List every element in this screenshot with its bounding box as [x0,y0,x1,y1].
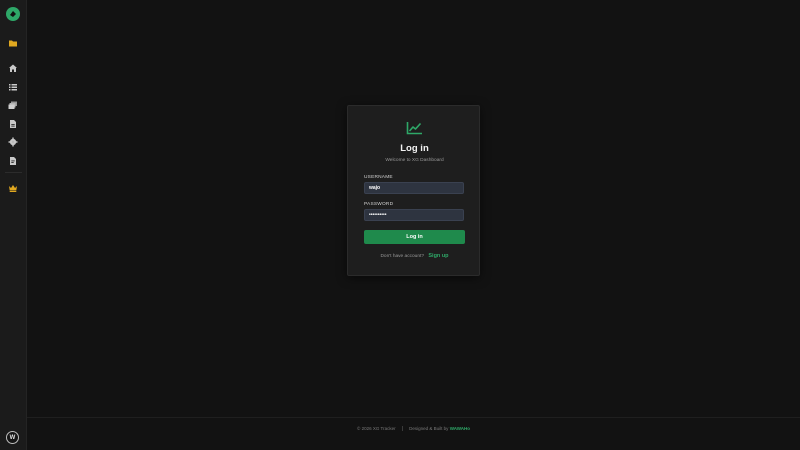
signup-prompt: Don't have account? [380,254,425,259]
crown-icon[interactable] [8,180,18,192]
footer-copyright: © 2026 XG Tracker [357,426,396,431]
login-subtitle: Welcome to XG Dashboard [385,158,444,163]
sidebar: W [0,0,27,450]
avatar-initial: W [9,434,16,441]
avatar[interactable]: W [6,431,19,444]
footer-separator [401,426,403,432]
document-icon[interactable] [8,116,18,128]
sidebar-divider [5,172,22,173]
login-button[interactable]: Log in [364,230,465,244]
footer-credit: Designed & Built by [409,426,449,431]
login-title: Log in [400,143,429,154]
home-icon[interactable] [8,60,18,72]
report-icon[interactable] [8,153,18,165]
signup-link[interactable]: Sign up [428,253,448,259]
footer-divider [27,417,800,418]
footer-brand-link[interactable]: WAWAHo [450,426,470,431]
folder-icon[interactable] [8,35,18,47]
footer: © 2026 XG Tracker Designed & Built by WA… [27,426,800,432]
stack-icon[interactable] [8,97,18,109]
login-card: Log in Welcome to XG Dashboard USERNAME … [347,105,480,276]
app-logo-icon[interactable] [6,7,20,21]
password-input[interactable] [364,209,464,221]
settings-icon[interactable] [8,134,18,147]
username-label: USERNAME [364,175,393,180]
password-label: PASSWORD [364,202,394,207]
username-input[interactable] [364,182,464,194]
signup-row: Don't have account? Sign up [348,253,481,259]
list-icon[interactable] [8,79,18,91]
chart-line-icon [406,121,423,140]
